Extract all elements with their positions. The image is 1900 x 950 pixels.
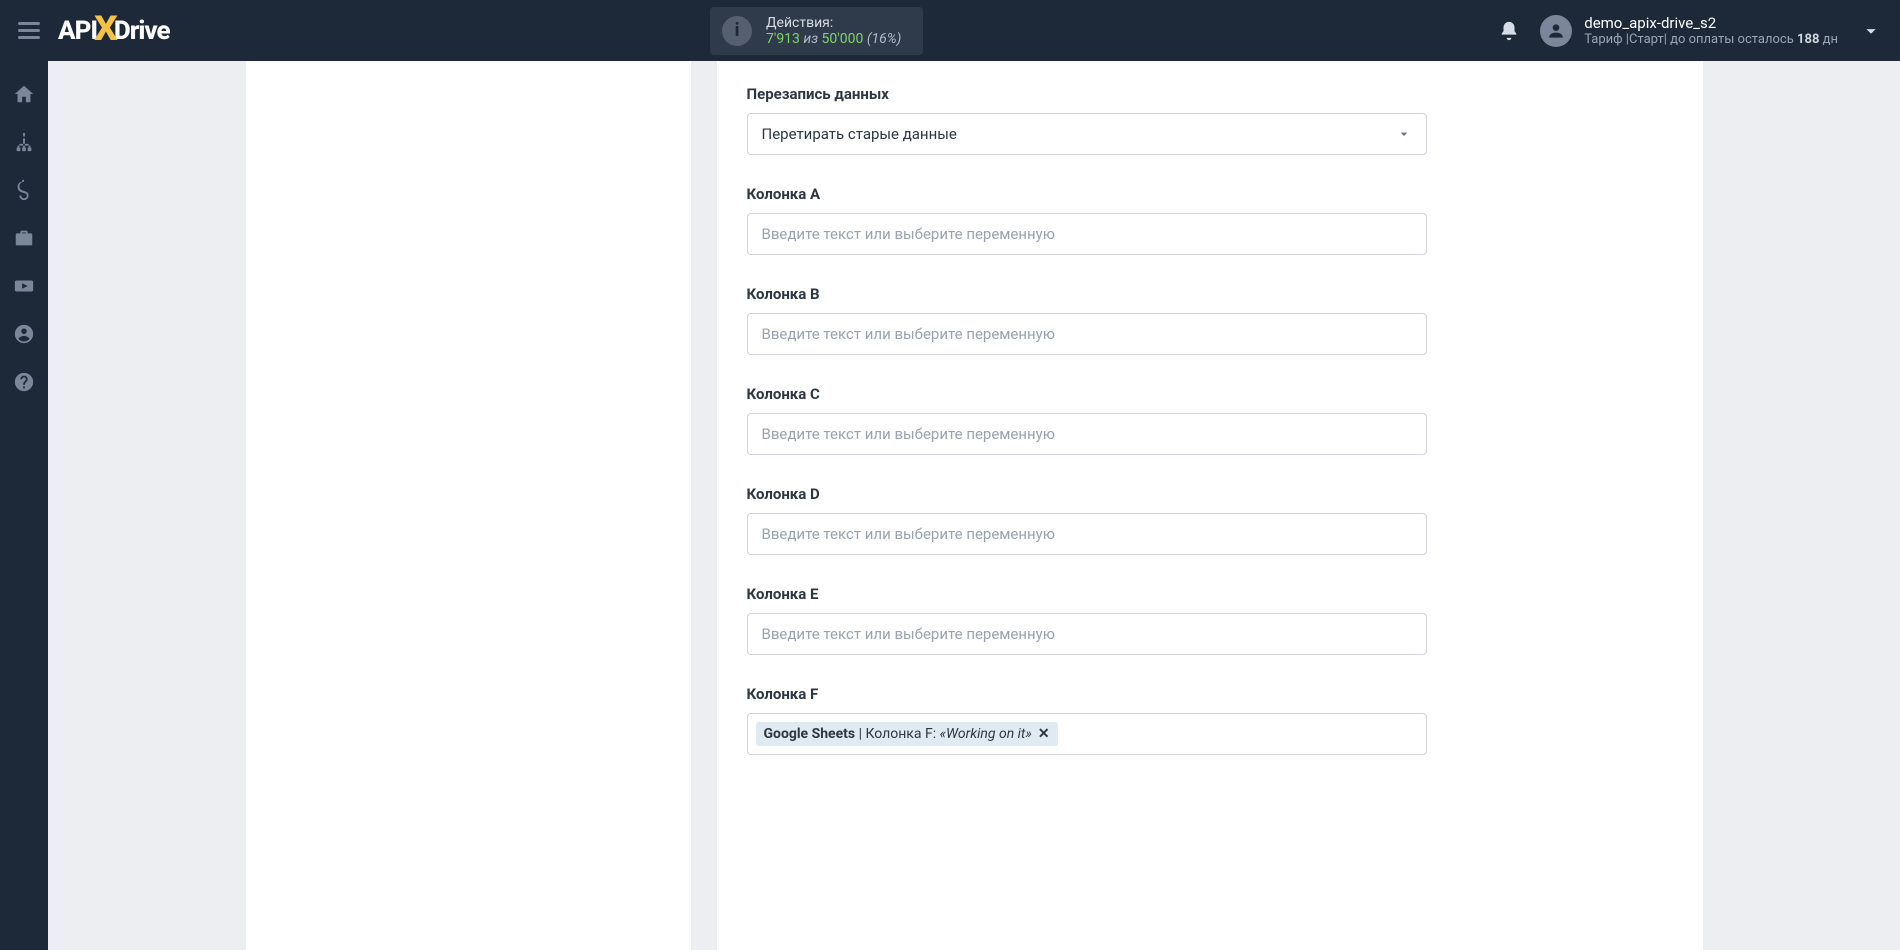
briefcase-icon[interactable] [13,227,35,249]
col-e-input[interactable] [747,613,1427,655]
col-d-label: Колонка D [747,485,1427,503]
tag-remove-icon[interactable]: ✕ [1038,726,1050,742]
avatar-icon [1540,15,1572,47]
help-icon[interactable] [13,371,35,393]
workspace: Перезапись данных Перетирать старые данн… [48,61,1900,950]
col-f-label: Колонка F [747,685,1427,703]
sidebar-nav [0,61,48,950]
col-b-input[interactable] [747,313,1427,355]
overwrite-value: Перетирать старые данные [762,125,957,143]
form-panel: Перезапись данных Перетирать старые данн… [691,61,1703,950]
user-tariff: Тариф |Старт| до оплаты осталось 188 дн [1584,32,1838,47]
col-b-label: Колонка B [747,285,1427,303]
chevron-down-icon [1860,20,1882,42]
actions-label: Действия: [766,15,901,31]
dollar-icon[interactable] [13,179,35,201]
overwrite-label: Перезапись данных [747,85,1427,103]
overwrite-select[interactable]: Перетирать старые данные [747,113,1427,155]
col-e-label: Колонка E [747,585,1427,603]
logo-x-icon: X [94,9,117,49]
bell-icon[interactable] [1498,20,1520,42]
menu-toggle-icon[interactable] [18,22,40,39]
chevron-down-icon [1396,126,1412,142]
col-d-input[interactable] [747,513,1427,555]
actions-value: 7'913 из 50'000 (16%) [766,31,901,47]
left-panel [246,61,691,950]
actions-usage-pill[interactable]: i Действия: 7'913 из 50'000 (16%) [710,7,923,55]
info-icon: i [722,16,752,46]
col-a-input[interactable] [747,213,1427,255]
variable-tag[interactable]: Google Sheets | Колонка F: «Working on i… [756,722,1058,746]
col-c-input[interactable] [747,413,1427,455]
col-c-label: Колонка C [747,385,1427,403]
app-header: API X Drive i Действия: 7'913 из 50'000 … [0,0,1900,61]
user-name: demo_apix-drive_s2 [1584,14,1838,32]
user-circle-icon[interactable] [13,323,35,345]
col-f-input[interactable]: Google Sheets | Колонка F: «Working on i… [747,713,1427,755]
sitemap-icon[interactable] [13,131,35,153]
logo-pre: API [58,16,97,46]
brand-logo[interactable]: API X Drive [58,11,170,51]
youtube-icon[interactable] [13,275,35,297]
col-a-label: Колонка A [747,185,1427,203]
user-menu[interactable]: demo_apix-drive_s2 Тариф |Старт| до опла… [1540,14,1882,47]
home-icon[interactable] [13,83,35,105]
logo-post: Drive [114,16,170,46]
